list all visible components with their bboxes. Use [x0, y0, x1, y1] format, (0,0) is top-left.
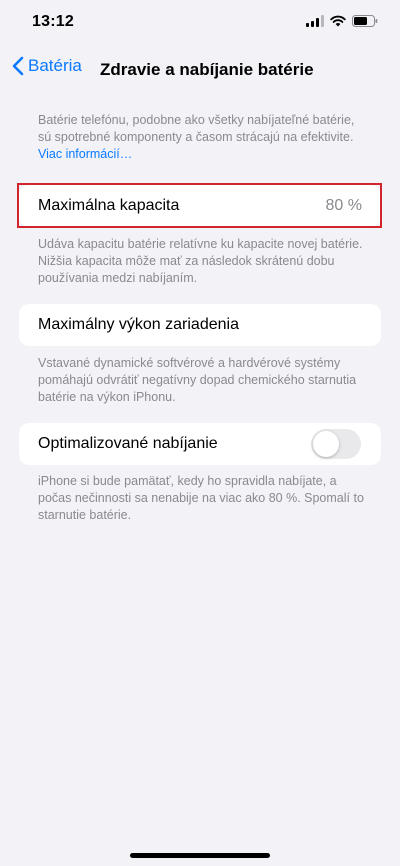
page-title: Zdravie a nabíjanie batérie — [100, 60, 314, 79]
intro-note: Batérie telefónu, podobne ako všetky nab… — [38, 112, 370, 163]
optimized-charging-label: Optimalizované nabíjanie — [38, 435, 218, 452]
toggle-knob — [313, 431, 339, 457]
back-button-label: Batéria — [28, 56, 82, 75]
max-capacity-label: Maximálna kapacita — [38, 197, 180, 214]
optimized-charging-note: iPhone si bude pamätať, kedy ho spravidl… — [38, 474, 364, 522]
intro-text: Batérie telefónu, podobne ako všetky nab… — [38, 113, 355, 144]
status-icons — [306, 15, 378, 27]
chevron-left-icon — [12, 56, 24, 76]
cellular-signal-icon — [306, 15, 324, 27]
navigation-bar: Batéria Zdravie a nabíjanie batérie — [0, 52, 400, 86]
status-bar: 13:12 — [0, 0, 400, 44]
optimized-charging-toggle[interactable] — [311, 429, 361, 459]
battery-icon — [352, 15, 378, 27]
learn-more-link[interactable]: Viac informácií… — [38, 147, 132, 161]
max-capacity-note: Udáva kapacitu batérie relatívne ku kapa… — [38, 237, 363, 285]
optimized-charging-row: Optimalizované nabíjanie — [19, 423, 381, 465]
home-indicator[interactable] — [130, 853, 270, 858]
peak-performance-note: Vstavané dynamické softvérové a hardvéro… — [38, 356, 357, 404]
status-time: 13:12 — [32, 13, 74, 30]
peak-performance-row: Maximálny výkon zariadenia — [19, 304, 381, 346]
max-capacity-value: 80 % — [325, 197, 362, 214]
max-capacity-row: Maximálna kapacita 80 % — [19, 185, 381, 227]
peak-performance-label: Maximálny výkon zariadenia — [38, 316, 239, 333]
back-button[interactable]: Batéria — [12, 56, 82, 76]
wifi-icon — [330, 15, 346, 27]
